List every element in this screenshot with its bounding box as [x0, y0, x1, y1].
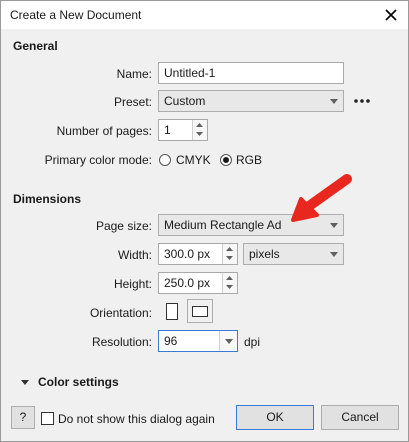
preset-value: Custom	[164, 94, 206, 108]
annotation-arrow	[291, 174, 352, 222]
height-label: Height:	[113, 277, 152, 291]
name-input[interactable]: Untitled-1	[158, 62, 344, 84]
rgb-radio[interactable]	[220, 154, 232, 166]
resolution-value: 96	[164, 334, 178, 348]
page-size-value: Medium Rectangle Ad	[164, 218, 282, 232]
height-input[interactable]: 250.0 px	[158, 272, 238, 294]
chevron-down-icon	[330, 252, 338, 257]
resolution-label: Resolution:	[91, 335, 152, 349]
spin-up-icon	[196, 123, 203, 127]
width-spin[interactable]	[222, 244, 237, 264]
color-mode-label: Primary color mode:	[44, 153, 152, 167]
general-heading: General	[13, 39, 58, 53]
chevron-down-icon	[330, 99, 338, 104]
resolution-dropdown-button[interactable]	[219, 331, 237, 351]
close-button[interactable]	[374, 1, 408, 29]
create-document-dialog: Create a New Document General Name: Unti…	[0, 0, 409, 442]
pages-spin[interactable]	[192, 120, 207, 140]
dont-show-label: Do not show this dialog again	[58, 412, 215, 426]
width-label: Width:	[117, 248, 152, 262]
height-spin[interactable]	[222, 273, 237, 293]
landscape-orientation-button[interactable]	[187, 299, 213, 323]
dont-show-checkbox[interactable]	[41, 412, 54, 425]
page-size-label: Page size:	[95, 219, 152, 233]
spin-down-icon	[226, 256, 233, 260]
resolution-combo[interactable]: 96	[158, 330, 238, 352]
preset-label: Preset:	[113, 95, 152, 109]
more-options-button[interactable]	[352, 93, 372, 109]
close-icon	[385, 9, 397, 21]
height-value: 250.0 px	[164, 276, 211, 290]
spin-down-icon	[226, 285, 233, 289]
color-settings-label: Color settings	[38, 375, 119, 389]
units-value: pixels	[249, 247, 280, 261]
dimensions-heading: Dimensions	[13, 192, 82, 206]
orientation-label: Orientation:	[89, 306, 152, 320]
pages-label: Number of pages:	[56, 124, 152, 138]
help-button[interactable]: ?	[11, 406, 35, 429]
width-input[interactable]: 300.0 px	[158, 243, 238, 265]
portrait-orientation-button[interactable]	[166, 303, 178, 320]
landscape-icon	[192, 306, 208, 317]
cancel-button[interactable]: Cancel	[321, 405, 399, 430]
pages-stepper[interactable]: 1	[158, 119, 208, 141]
cmyk-radio[interactable]	[159, 154, 171, 166]
rgb-label: RGB	[236, 153, 263, 167]
expand-triangle-icon	[21, 380, 29, 385]
title-bar: Create a New Document	[1, 1, 408, 29]
spin-down-icon	[196, 132, 203, 136]
ok-button[interactable]: OK	[236, 405, 314, 430]
spin-up-icon	[226, 276, 233, 280]
spin-up-icon	[226, 247, 233, 251]
cmyk-label: CMYK	[176, 153, 211, 167]
chevron-down-icon	[225, 339, 233, 344]
dialog-title: Create a New Document	[10, 8, 142, 22]
name-label: Name:	[116, 67, 152, 81]
color-settings-toggle[interactable]: Color settings	[19, 375, 139, 391]
pages-value: 1	[164, 123, 171, 137]
preset-dropdown[interactable]: Custom	[158, 90, 344, 112]
resolution-unit: dpi	[244, 335, 261, 349]
more-icon	[354, 99, 370, 103]
units-dropdown[interactable]: pixels	[243, 243, 344, 265]
width-value: 300.0 px	[164, 247, 211, 261]
